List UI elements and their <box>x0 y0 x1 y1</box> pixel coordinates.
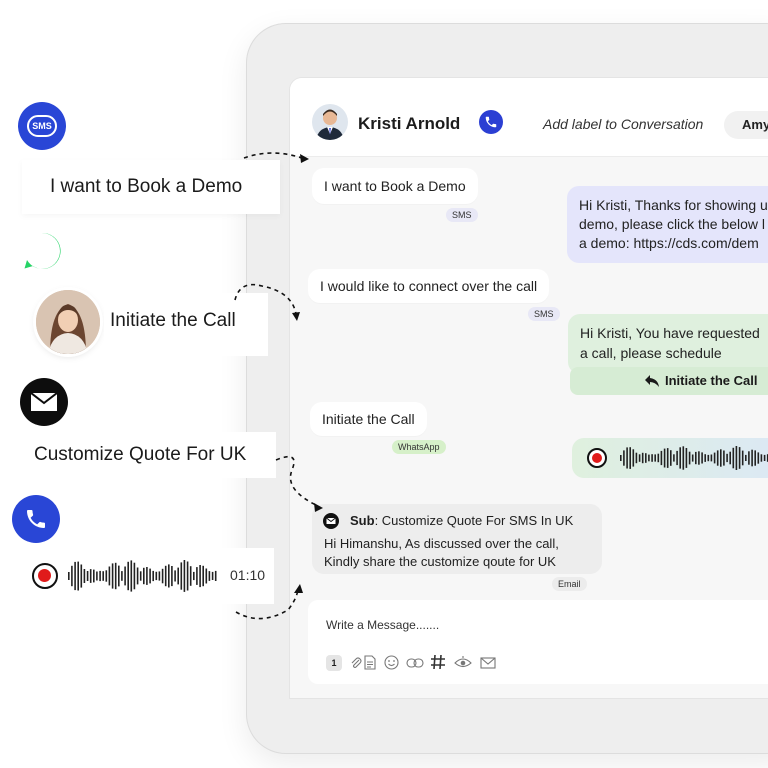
connector-arrows <box>234 152 323 620</box>
